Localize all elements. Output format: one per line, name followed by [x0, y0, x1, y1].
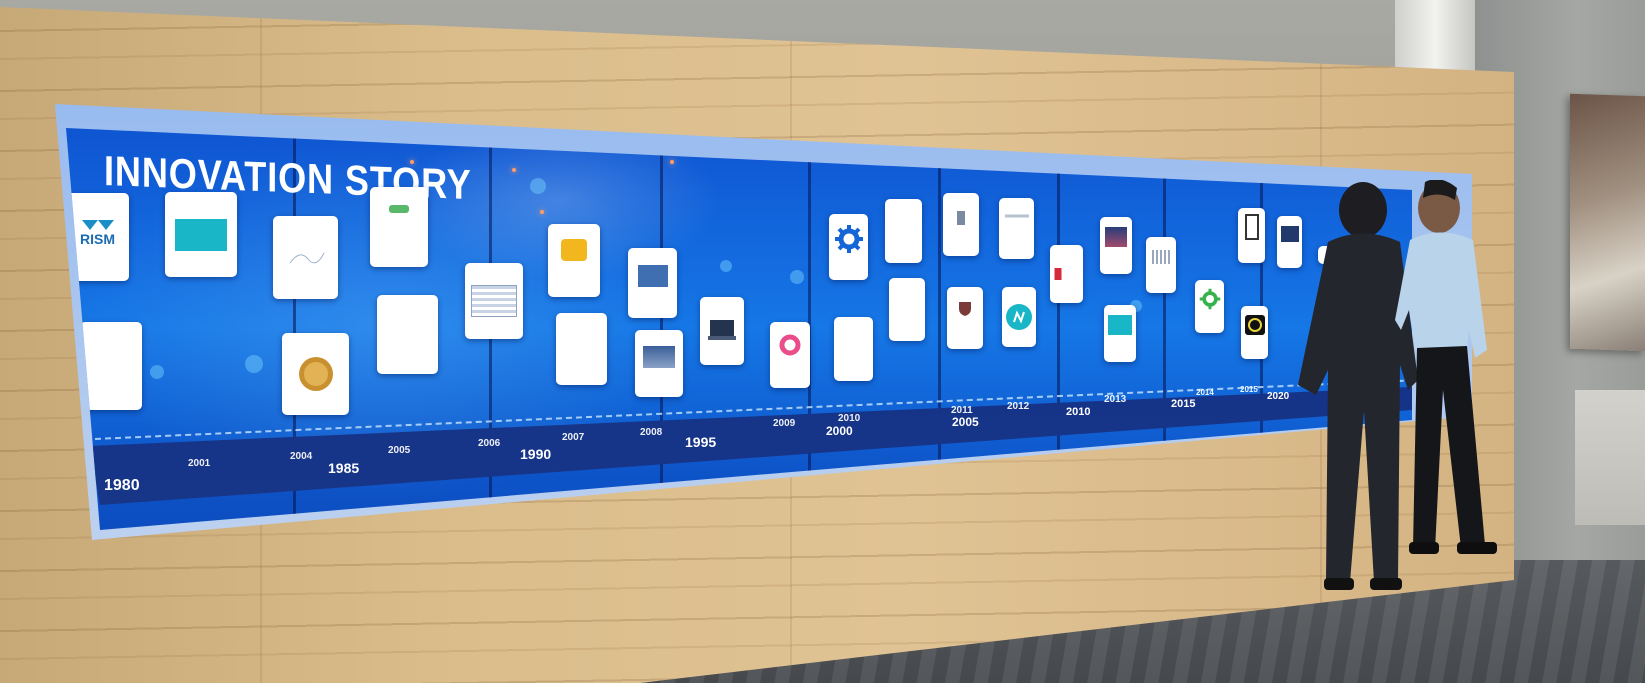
- year-marker[interactable]: 2004: [290, 451, 312, 462]
- red-tag-icon: [1054, 268, 1062, 280]
- decade-marker[interactable]: 2005: [952, 415, 979, 429]
- timeline-card[interactable]: [885, 199, 922, 263]
- year-marker[interactable]: 2008: [640, 427, 662, 438]
- photo-scene: INNOVATION STORY RISM 2001 2004 2005 200…: [0, 0, 1645, 683]
- photo-icon: [643, 345, 675, 368]
- decade-marker[interactable]: 2015: [1171, 398, 1195, 410]
- timeline-card[interactable]: [770, 322, 810, 388]
- decade-marker[interactable]: 1990: [520, 446, 551, 462]
- timeline-card[interactable]: [377, 295, 438, 374]
- timeline-card[interactable]: [1146, 237, 1176, 293]
- prism-text: RISM: [80, 230, 115, 247]
- timeline-card[interactable]: [1241, 306, 1268, 359]
- spark: [540, 210, 544, 214]
- spark: [512, 168, 516, 172]
- spark: [670, 160, 674, 164]
- photo-icon: [1105, 226, 1127, 247]
- year-marker[interactable]: 2001: [188, 458, 210, 469]
- timeline-card[interactable]: [556, 313, 607, 385]
- yellow-tile-icon: [561, 238, 587, 261]
- timeline-card[interactable]: [548, 224, 600, 297]
- timeline-card[interactable]: [370, 187, 428, 267]
- timeline-card[interactable]: [635, 330, 683, 397]
- timeline-card[interactable]: [999, 198, 1034, 259]
- screen-photo-icon: [637, 265, 668, 287]
- timeline-card[interactable]: [165, 192, 237, 277]
- timeline-card[interactable]: [834, 317, 873, 381]
- timeline-card[interactable]: [947, 287, 983, 349]
- year-marker[interactable]: 2006: [478, 438, 500, 449]
- timeline-card[interactable]: [1104, 305, 1136, 362]
- bokeh-dot: [150, 365, 164, 379]
- timeline-card[interactable]: [1238, 208, 1265, 263]
- year-marker[interactable]: 2007: [562, 432, 584, 443]
- gear-icon: [1199, 288, 1220, 309]
- bokeh-dot: [245, 355, 263, 373]
- timeline-card[interactable]: [829, 214, 868, 280]
- bokeh-dot: [530, 178, 546, 194]
- timeline-card[interactable]: [282, 333, 349, 415]
- year-marker[interactable]: 2010: [838, 413, 860, 424]
- shield-icon: [959, 301, 971, 316]
- timeline-card[interactable]: [1050, 245, 1083, 303]
- decade-marker[interactable]: 1985: [328, 460, 359, 476]
- medal-icon: [298, 357, 333, 391]
- timeline-card[interactable]: [1002, 287, 1036, 347]
- network-icon: [1006, 304, 1032, 330]
- teal-screen-icon: [175, 218, 227, 251]
- prism-logo-icon: [81, 219, 114, 230]
- timeline-card[interactable]: [273, 216, 338, 299]
- decade-marker[interactable]: 2020: [1267, 391, 1289, 402]
- copyright-icon: [1244, 314, 1265, 335]
- decade-marker[interactable]: 1995: [685, 434, 716, 450]
- year-marker[interactable]: 2015: [1240, 385, 1258, 394]
- green-chip-icon: [389, 205, 409, 214]
- year-marker[interactable]: 2013: [1104, 394, 1126, 405]
- timeline-card[interactable]: [1195, 280, 1224, 333]
- timeline-card[interactable]: [80, 322, 142, 410]
- timeline-card[interactable]: [943, 193, 979, 256]
- year-marker[interactable]: 2012: [1007, 401, 1029, 412]
- year-marker[interactable]: 2014: [1196, 388, 1214, 397]
- ring-icon: [779, 334, 801, 356]
- side-cabinet: [1575, 390, 1645, 525]
- text-line-icon: [1004, 214, 1029, 218]
- timeline-card[interactable]: [465, 263, 523, 339]
- bokeh-dot: [790, 270, 804, 284]
- decade-marker[interactable]: 2000: [826, 424, 853, 438]
- teal-screen-icon: [1108, 314, 1132, 335]
- door-icon: [1244, 214, 1259, 241]
- gear-icon: [834, 225, 863, 254]
- timeline-card[interactable]: [889, 278, 925, 341]
- decade-marker[interactable]: 2010: [1066, 406, 1090, 418]
- document-icon: [471, 285, 517, 317]
- timeline-card[interactable]: [628, 248, 677, 318]
- timeline-card[interactable]: [1100, 217, 1132, 274]
- decade-marker[interactable]: 1980: [104, 477, 140, 495]
- badge-icon: [957, 211, 965, 226]
- bokeh-dot: [720, 260, 732, 272]
- year-marker[interactable]: 2009: [773, 418, 795, 429]
- year-marker[interactable]: 2005: [388, 445, 410, 456]
- chart-icon: [1152, 249, 1170, 264]
- tablet-icon: [708, 320, 736, 340]
- timeline-card[interactable]: [700, 297, 744, 365]
- sketch-icon: [289, 252, 324, 263]
- wall-poster: [1570, 93, 1645, 352]
- person-blue-shirt: [1395, 180, 1497, 554]
